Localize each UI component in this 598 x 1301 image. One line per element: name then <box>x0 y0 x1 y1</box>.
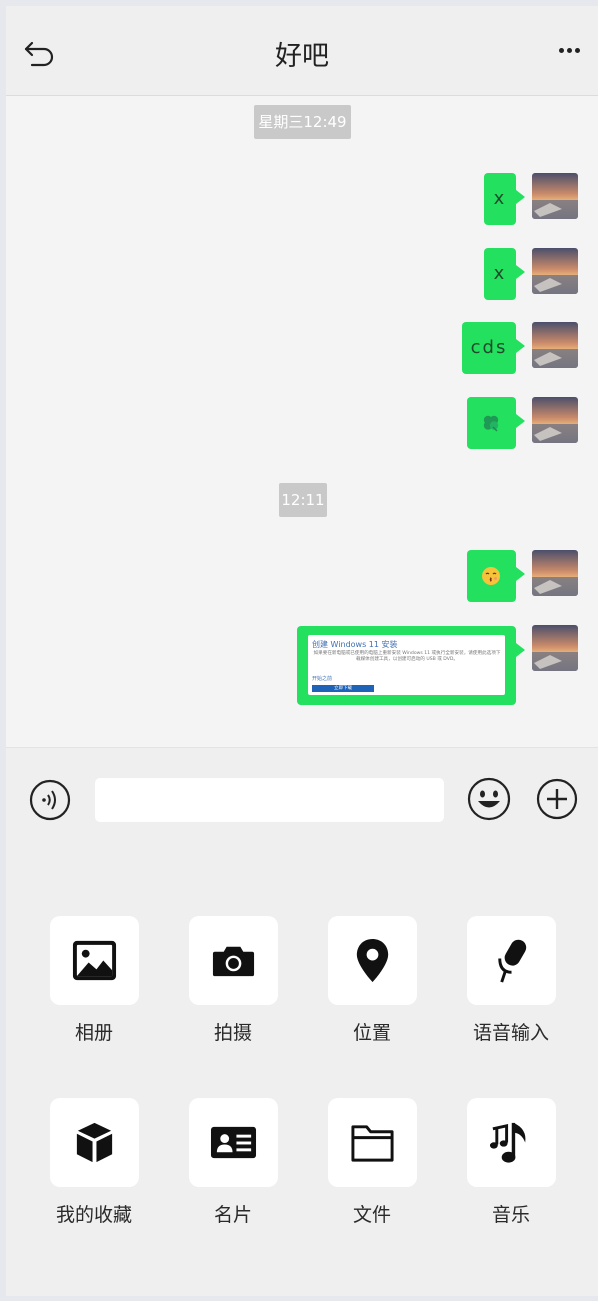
tool-camera[interactable]: 拍摄 <box>178 916 288 1056</box>
message-list[interactable]: 星期三12:49 x x cds 12:11 创建 Windows 11 安装 … <box>6 97 598 747</box>
tool-label: 相册 <box>74 1022 113 1044</box>
tool-tile[interactable] <box>50 916 139 1005</box>
document-preview-image[interactable]: 创建 Windows 11 安装 如果要在新电脑或已使用的电脑上重新安装 Win… <box>308 635 505 695</box>
timestamp: 星期三12:49 <box>254 105 351 139</box>
avatar[interactable] <box>532 322 578 368</box>
message-bubble[interactable]: cds <box>462 322 525 374</box>
album-icon <box>72 940 117 981</box>
favorites-cube-icon <box>76 1122 113 1163</box>
message-bubble[interactable] <box>467 550 525 602</box>
tool-label: 语音输入 <box>472 1022 549 1044</box>
message-bubble[interactable]: x <box>484 173 525 225</box>
timestamp: 12:11 <box>279 483 327 517</box>
tool-voice-input[interactable]: 语音输入 <box>456 916 566 1056</box>
avatar[interactable] <box>532 550 578 596</box>
avatar[interactable] <box>532 173 578 219</box>
chat-window: 好吧 星期三12:49 x x cds 12:11 创建 Windows 11 … <box>6 6 598 1296</box>
tool-tile[interactable] <box>467 916 556 1005</box>
tool-tile[interactable] <box>189 916 278 1005</box>
folder-icon <box>351 1125 394 1162</box>
message-text: cds <box>470 337 508 358</box>
clover-emoji-icon <box>483 415 499 432</box>
avatar[interactable] <box>532 248 578 294</box>
tool-contact-card[interactable]: 名片 <box>178 1098 288 1238</box>
message-bubble[interactable]: x <box>484 248 525 300</box>
tool-tile[interactable] <box>467 1098 556 1187</box>
more-dots-icon[interactable] <box>556 44 584 58</box>
tool-label: 位置 <box>352 1022 391 1044</box>
tool-location[interactable]: 位置 <box>317 916 427 1056</box>
doc-link: 开始之前 <box>312 676 333 682</box>
camera-icon <box>212 946 255 977</box>
tool-label: 音乐 <box>491 1204 530 1226</box>
tool-label: 名片 <box>213 1204 252 1226</box>
voice-icon[interactable] <box>28 778 72 822</box>
tools-panel: 相册 拍摄 位置 语音输入 我的收藏 名片 文件 音乐 <box>6 849 598 1296</box>
tool-file[interactable]: 文件 <box>317 1098 427 1238</box>
tool-label: 我的收藏 <box>55 1204 132 1226</box>
plus-icon[interactable] <box>535 777 579 821</box>
input-bar <box>6 747 598 849</box>
doc-download-button: 立即下载 <box>312 685 374 692</box>
tool-label: 拍摄 <box>213 1022 252 1044</box>
tool-album[interactable]: 相册 <box>39 916 149 1056</box>
header: 好吧 <box>6 6 598 96</box>
message-text: x <box>493 263 507 284</box>
doc-body: 如果要在新电脑或已使用的电脑上重新安装 Windows 11 或执行全新安装，请… <box>313 651 501 662</box>
avatar[interactable] <box>532 625 578 671</box>
tool-tile[interactable] <box>328 916 417 1005</box>
tool-favorites[interactable]: 我的收藏 <box>39 1098 149 1238</box>
tool-label: 文件 <box>352 1204 391 1226</box>
tool-tile[interactable] <box>328 1098 417 1187</box>
image-message-bubble[interactable]: 创建 Windows 11 安装 如果要在新电脑或已使用的电脑上重新安装 Win… <box>297 626 525 705</box>
message-text: x <box>493 188 507 209</box>
message-input[interactable] <box>95 778 444 822</box>
microphone-icon <box>498 939 527 983</box>
contact-card-icon <box>210 1126 257 1159</box>
tool-tile[interactable] <box>189 1098 278 1187</box>
avatar[interactable] <box>532 397 578 443</box>
tool-music[interactable]: 音乐 <box>456 1098 566 1238</box>
location-icon <box>356 938 389 983</box>
chat-title: 好吧 <box>275 41 329 72</box>
music-icon <box>489 1122 526 1163</box>
tool-tile[interactable] <box>50 1098 139 1187</box>
kissing-face-emoji-icon <box>482 567 500 585</box>
message-bubble[interactable] <box>467 397 525 449</box>
doc-title: 创建 Windows 11 安装 <box>312 640 398 649</box>
emoji-icon[interactable] <box>466 776 512 822</box>
